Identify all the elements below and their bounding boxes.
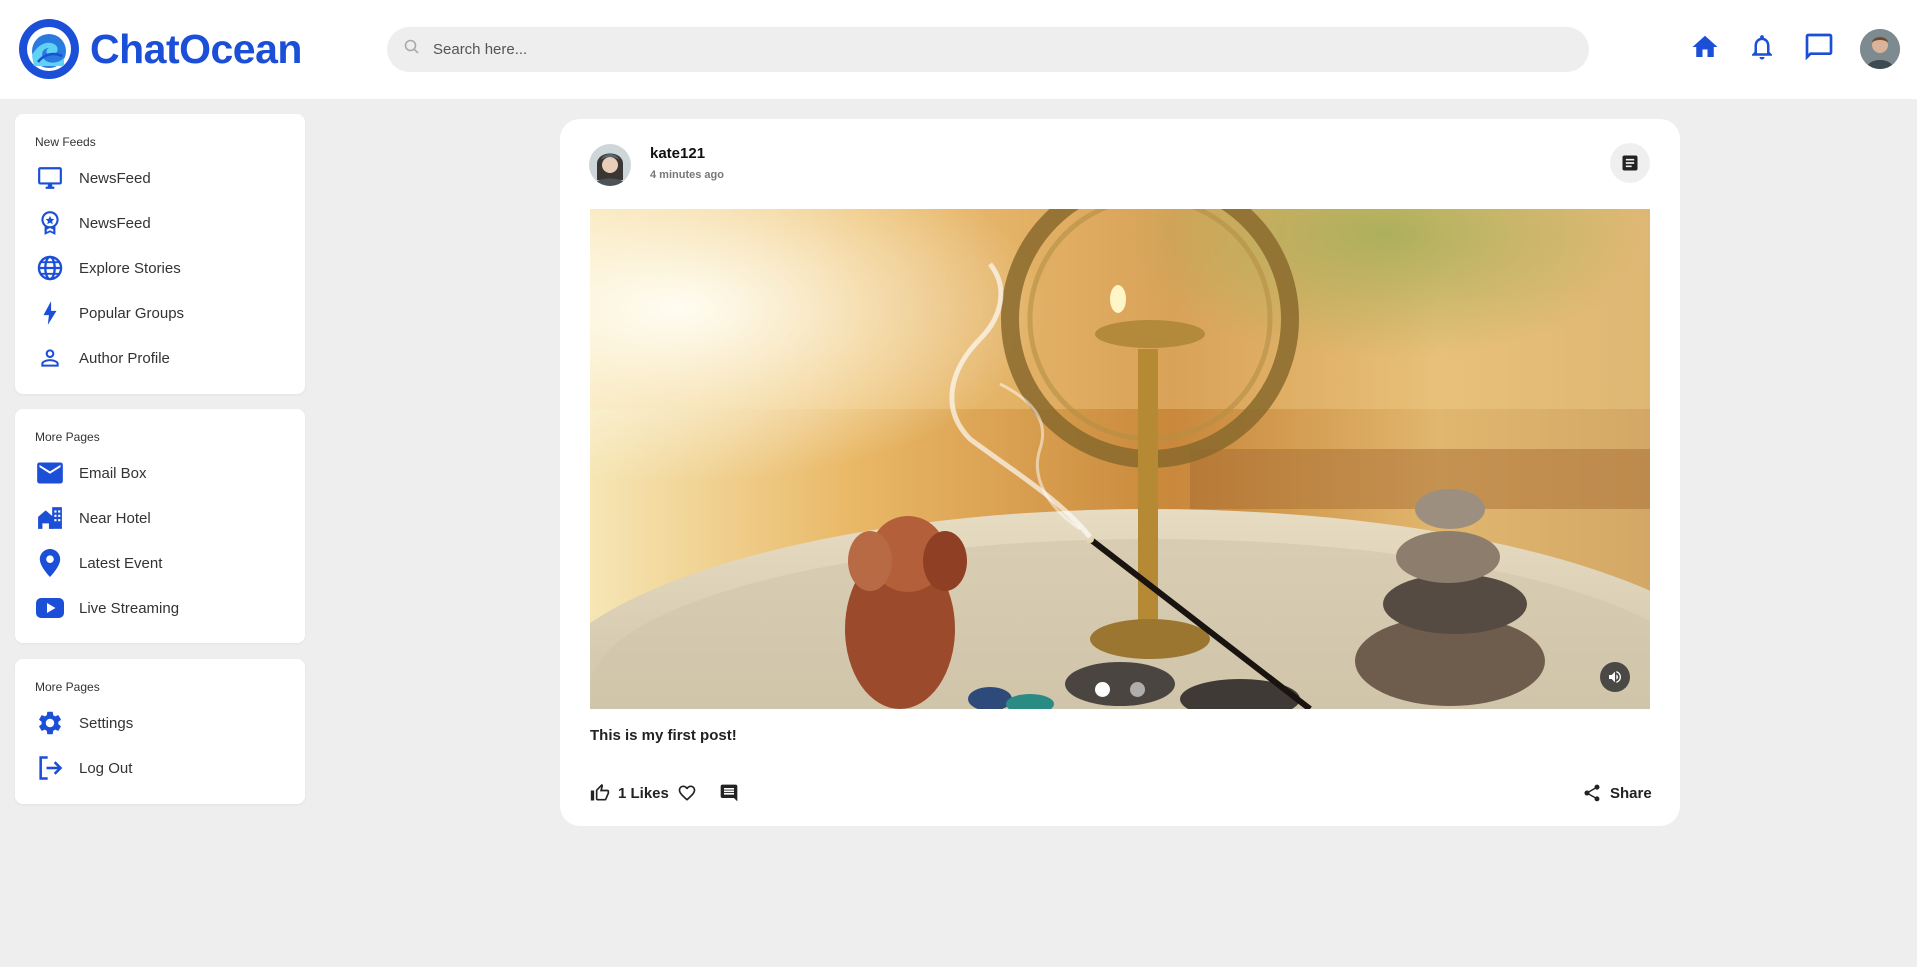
- sidebar-item-newsfeed-badge[interactable]: NewsFeed: [35, 205, 151, 241]
- sidebar-more-pages-card: More Pages Email Box Near Hotel Latest E…: [15, 409, 305, 643]
- sidebar-item-label: Author Profile: [79, 349, 170, 367]
- award-badge-icon: [35, 208, 65, 238]
- chat-icon[interactable]: [1802, 30, 1836, 64]
- youtube-icon: [35, 593, 65, 623]
- sidebar-item-log-out[interactable]: Log Out: [35, 750, 132, 786]
- comment-icon[interactable]: [719, 783, 739, 803]
- post-video[interactable]: [590, 209, 1650, 709]
- post-options-button[interactable]: [1610, 143, 1650, 183]
- sidebar-item-label: Settings: [79, 714, 134, 732]
- user-icon: [35, 343, 65, 373]
- sidebar-new-feeds-card: New Feeds NewsFeed NewsFeed Explore Stor…: [15, 114, 305, 394]
- top-header: ChatOcean: [0, 0, 1917, 99]
- post-author-avatar[interactable]: [589, 144, 631, 186]
- sidebar-item-label: Email Box: [79, 464, 147, 482]
- section-title: More Pages: [35, 430, 100, 444]
- sidebar-item-settings[interactable]: Settings: [35, 705, 133, 741]
- sidebar-item-label: NewsFeed: [79, 169, 151, 187]
- location-pin-icon: [35, 548, 65, 578]
- search-icon: [404, 39, 419, 54]
- gear-icon: [35, 708, 65, 738]
- brand-name: ChatOcean: [90, 25, 302, 72]
- article-icon: [1622, 155, 1638, 171]
- share-icon: [1584, 784, 1600, 802]
- post-card: kate121 4 minutes ago This is my first p…: [560, 119, 1680, 826]
- post-username[interactable]: kate121: [650, 145, 705, 162]
- volume-button[interactable]: [1600, 662, 1630, 692]
- sidebar-item-label: Explore Stories: [79, 259, 181, 277]
- logout-icon: [35, 753, 65, 783]
- sidebar-item-explore-stories[interactable]: Explore Stories: [35, 250, 181, 286]
- thumbs-up-icon[interactable]: [590, 783, 610, 803]
- sidebar-item-label: Popular Groups: [79, 304, 185, 322]
- post-caption: This is my first post!: [590, 727, 737, 744]
- search-input[interactable]: [433, 41, 1533, 58]
- sidebar-item-latest-event[interactable]: Latest Event: [35, 545, 162, 581]
- monitor-icon: [35, 163, 65, 193]
- sidebar-item-label: Near Hotel: [79, 509, 151, 527]
- hotel-icon: [35, 503, 65, 533]
- share-label: Share: [1610, 784, 1652, 802]
- brand-logo[interactable]: ChatOcean: [18, 18, 302, 80]
- heart-icon[interactable]: [677, 783, 697, 803]
- likes-count: 1 Likes: [618, 784, 669, 802]
- sidebar-item-newsfeed[interactable]: NewsFeed: [35, 160, 151, 196]
- share-button[interactable]: Share: [1582, 783, 1652, 803]
- wave-logo-icon: [19, 19, 79, 79]
- sidebar-account-card: More Pages Settings Log Out: [15, 659, 305, 804]
- post-actions: 1 Likes: [590, 783, 739, 803]
- section-title: New Feeds: [35, 135, 96, 149]
- volume-icon: [1609, 671, 1621, 683]
- sidebar-item-near-hotel[interactable]: Near Hotel: [35, 500, 151, 536]
- bell-icon[interactable]: [1745, 30, 1779, 64]
- user-avatar[interactable]: [1860, 29, 1900, 69]
- section-title: More Pages: [35, 680, 100, 694]
- carousel-dot[interactable]: [1130, 682, 1145, 697]
- sidebar-item-label: NewsFeed: [79, 214, 151, 232]
- incense-scene-image: [590, 209, 1650, 709]
- search-bar[interactable]: [387, 27, 1589, 72]
- sidebar-item-email-box[interactable]: Email Box: [35, 455, 147, 491]
- sidebar-item-label: Log Out: [79, 759, 133, 777]
- lightning-icon: [35, 298, 65, 328]
- sidebar-item-live-streaming[interactable]: Live Streaming: [35, 590, 179, 626]
- sidebar-item-label: Latest Event: [79, 554, 163, 572]
- mail-icon: [35, 458, 65, 488]
- sidebar-item-popular-groups[interactable]: Popular Groups: [35, 295, 184, 331]
- post-timestamp: 4 minutes ago: [650, 169, 724, 181]
- sidebar-item-label: Live Streaming: [79, 599, 180, 617]
- carousel-dot-active[interactable]: [1095, 682, 1110, 697]
- sidebar-item-author-profile[interactable]: Author Profile: [35, 340, 170, 376]
- home-icon[interactable]: [1688, 30, 1722, 64]
- globe-icon: [35, 253, 65, 283]
